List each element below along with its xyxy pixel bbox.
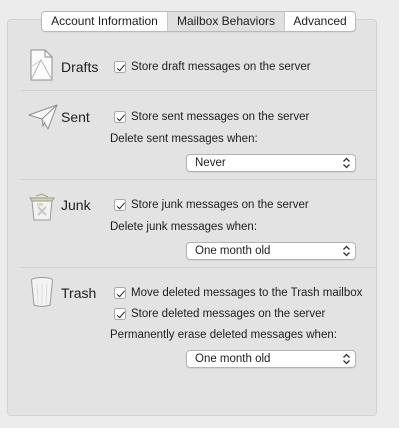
store-deleted-checkbox-row[interactable]: Store deleted messages on the server [114, 306, 325, 322]
store-junk-checkbox[interactable] [114, 199, 126, 211]
store-junk-checkbox-row[interactable]: Store junk messages on the server [114, 197, 309, 213]
drafts-title: Drafts [61, 59, 99, 75]
tab-mailbox-behaviors[interactable]: Mailbox Behaviors [167, 12, 284, 31]
trash-can-icon [30, 276, 54, 311]
delete-junk-value: One month old [195, 245, 271, 257]
drafts-icon [28, 49, 54, 84]
move-to-trash-checkbox-row[interactable]: Move deleted messages to the Trash mailb… [114, 285, 362, 301]
store-sent-checkbox[interactable] [114, 111, 126, 123]
delete-sent-value: Never [195, 157, 226, 169]
sent-title: Sent [61, 109, 90, 125]
store-drafts-label: Store draft messages on the server [131, 61, 311, 73]
paper-plane-icon [28, 104, 58, 133]
delete-junk-label: Delete junk messages when: [110, 221, 258, 233]
erase-deleted-label: Permanently erase deleted messages when: [110, 329, 337, 341]
delete-junk-select[interactable]: One month old [186, 242, 356, 260]
chevron-up-down-icon [343, 245, 350, 257]
delete-sent-select[interactable]: Never [186, 154, 356, 172]
junk-title: Junk [61, 197, 91, 213]
move-to-trash-label: Move deleted messages to the Trash mailb… [131, 287, 363, 299]
tab-account-information[interactable]: Account Information [42, 12, 167, 31]
store-sent-label: Store sent messages on the server [131, 111, 310, 123]
chevron-up-down-icon [343, 157, 350, 169]
erase-deleted-select[interactable]: One month old [186, 350, 356, 368]
trash-title: Trash [61, 285, 97, 301]
divider [21, 179, 377, 180]
delete-sent-label: Delete sent messages when: [110, 133, 258, 145]
tab-advanced[interactable]: Advanced [284, 12, 355, 31]
divider [21, 90, 377, 91]
store-sent-checkbox-row[interactable]: Store sent messages on the server [114, 109, 309, 125]
store-drafts-checkbox[interactable] [114, 61, 126, 73]
store-drafts-checkbox-row[interactable]: Store draft messages on the server [114, 59, 311, 75]
store-deleted-label: Store deleted messages on the server [131, 308, 326, 320]
move-to-trash-checkbox[interactable] [114, 287, 126, 299]
erase-deleted-value: One month old [195, 353, 271, 365]
store-junk-label: Store junk messages on the server [131, 199, 309, 211]
junk-bin-icon [28, 193, 56, 224]
divider [21, 267, 377, 268]
store-deleted-checkbox[interactable] [114, 308, 126, 320]
chevron-up-down-icon [343, 353, 350, 365]
tab-bar: Account Information Mailbox Behaviors Ad… [41, 11, 356, 32]
